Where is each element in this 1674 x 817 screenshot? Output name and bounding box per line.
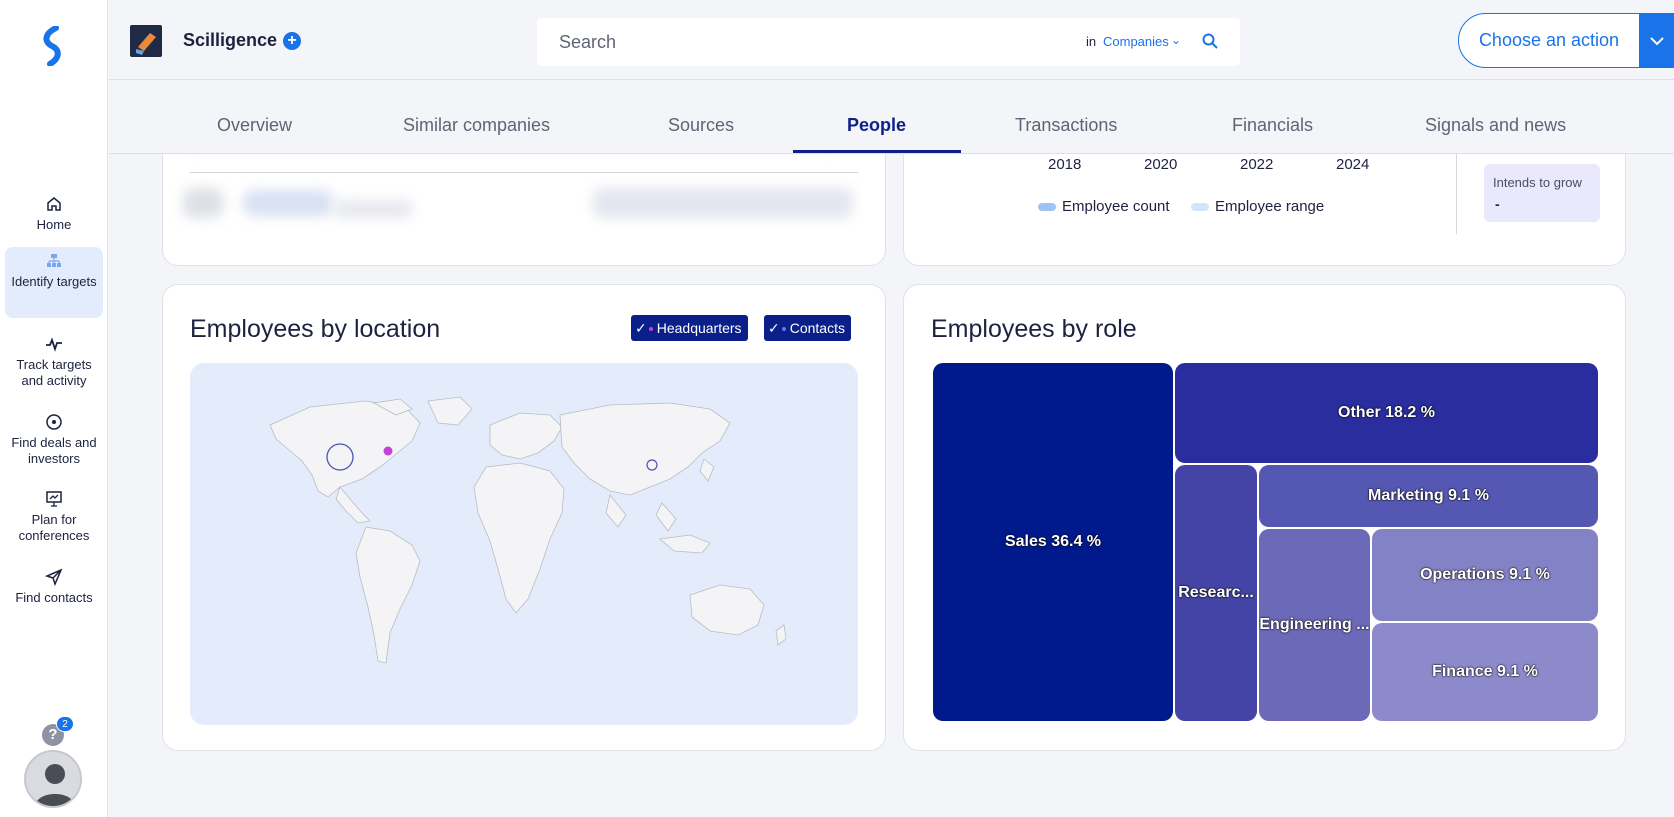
activity-icon — [46, 337, 62, 352]
x-tick-label: 2022 — [1240, 156, 1274, 173]
legend-employee-range[interactable]: Employee range — [1191, 198, 1324, 215]
tab-people[interactable]: People — [847, 115, 906, 136]
sidebar-item-plan-conferences[interactable]: Plan for conferences — [5, 485, 103, 547]
tab-financials[interactable]: Financials — [1232, 115, 1313, 136]
sidebar-item-home[interactable]: Home — [5, 190, 103, 236]
legend-swatch — [1191, 203, 1209, 212]
tab-transactions[interactable]: Transactions — [1015, 115, 1117, 136]
employees-by-role-card: Employees by role Sales 36.4 % Other 18.… — [903, 284, 1626, 751]
card-title: Employees by location — [190, 315, 441, 343]
legend-label: Employee range — [1215, 198, 1325, 215]
sidebar-item-label: Identify targets — [11, 274, 97, 289]
contacts-dot — [781, 327, 786, 332]
active-tab-indicator — [793, 150, 961, 153]
role-treemap: Sales 36.4 % Other 18.2 % Researc... Mar… — [933, 363, 1599, 725]
home-icon — [47, 197, 61, 211]
tile-engineering[interactable]: Engineering ... — [1259, 529, 1370, 721]
top-bar: Scilligence + Search in Companies ⌄ Choo… — [109, 0, 1674, 80]
tile-finance[interactable]: Finance 9.1 % — [1372, 623, 1598, 721]
x-tick-label: 2018 — [1048, 156, 1082, 173]
grow-label: Intends to grow — [1493, 175, 1582, 190]
sidebar-item-find-deals[interactable]: Find deals and investors — [5, 408, 103, 470]
filter-contacts[interactable]: ✓ Contacts — [764, 315, 851, 341]
divider — [190, 172, 858, 173]
sitemap-icon — [47, 254, 61, 267]
presentation-icon — [46, 491, 62, 507]
headquarters-marker — [383, 446, 393, 456]
check-icon: ✓ — [768, 320, 780, 336]
search-icon[interactable] — [1201, 32, 1219, 50]
sidebar-item-label: Plan for conferences — [18, 512, 90, 543]
search-scope-dropdown[interactable]: Companies — [1103, 34, 1169, 49]
tile-research[interactable]: Researc... — [1175, 465, 1257, 721]
notification-badge: 2 — [56, 716, 74, 732]
blurred-avatar — [183, 188, 223, 218]
tile-operations[interactable]: Operations 9.1 % — [1372, 529, 1598, 621]
sidebar-item-label: Find contacts — [15, 590, 93, 605]
tab-bar: Overview Similar companies Sources Peopl… — [109, 81, 1674, 154]
employees-by-location-card: Employees by location ✓ Headquarters ✓ Con… — [162, 284, 886, 751]
legend-swatch — [1038, 203, 1056, 212]
tile-marketing[interactable]: Marketing 9.1 % — [1259, 465, 1598, 527]
company-logo — [130, 25, 162, 57]
tab-similar-companies[interactable]: Similar companies — [403, 115, 550, 136]
sidebar-item-find-contacts[interactable]: Find contacts — [5, 563, 103, 609]
tab-signals-and-news[interactable]: Signals and news — [1425, 115, 1566, 136]
choose-action-button[interactable]: Choose an action — [1458, 13, 1640, 68]
grow-value: - — [1495, 196, 1500, 212]
tile-other[interactable]: Other 18.2 % — [1175, 363, 1598, 463]
sidebar: Home Identify targets Track targets and … — [0, 0, 108, 817]
legend-label: Employee count — [1062, 198, 1170, 215]
search-bar[interactable]: Search in Companies ⌄ — [537, 18, 1240, 66]
hq-dot — [648, 327, 653, 332]
tab-overview[interactable]: Overview — [217, 115, 292, 136]
sidebar-item-label: Track targets and activity — [16, 357, 92, 388]
x-tick-label: 2024 — [1336, 156, 1370, 173]
avatar[interactable] — [24, 750, 82, 808]
world-map[interactable] — [190, 363, 858, 725]
blurred-content — [243, 190, 333, 216]
chevron-down-icon[interactable] — [1640, 13, 1674, 68]
add-company-icon[interactable]: + — [283, 32, 301, 50]
tile-sales[interactable]: Sales 36.4 % — [933, 363, 1173, 721]
company-name: Scilligence — [183, 30, 278, 50]
filter-headquarters[interactable]: ✓ Headquarters — [631, 315, 748, 341]
target-icon — [46, 414, 62, 430]
intends-to-grow-box: Intends to grow - — [1484, 164, 1600, 222]
sidebar-item-identify-targets[interactable]: Identify targets — [5, 247, 103, 318]
divider — [1456, 152, 1457, 234]
blurred-content — [333, 200, 413, 218]
chevron-down-icon[interactable]: ⌄ — [1171, 33, 1181, 47]
app-logo-icon[interactable] — [38, 26, 68, 66]
send-icon — [44, 568, 63, 587]
sidebar-item-label: Home — [36, 217, 72, 232]
sidebar-item-track-targets[interactable]: Track targets and activity — [5, 330, 103, 392]
x-tick-label: 2020 — [1144, 156, 1178, 173]
world-map-graphic — [269, 396, 787, 664]
tab-sources[interactable]: Sources — [668, 115, 734, 136]
user-icon — [35, 764, 75, 806]
card-title: Employees by role — [931, 315, 1137, 343]
blurred-content — [593, 188, 853, 218]
chip-label: Contacts — [789, 320, 845, 336]
check-icon: ✓ — [635, 320, 647, 336]
legend-employee-count[interactable]: Employee count — [1038, 198, 1170, 215]
search-in-label: in — [1086, 34, 1097, 49]
sidebar-item-label: Find deals and investors — [11, 435, 97, 466]
search-input[interactable]: Search — [559, 32, 616, 53]
chip-label: Headquarters — [656, 320, 742, 336]
